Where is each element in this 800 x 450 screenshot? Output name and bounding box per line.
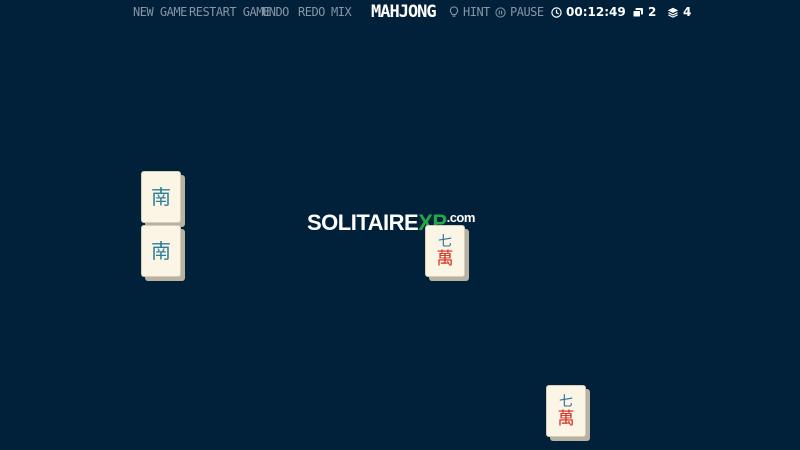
- mahjong-tile-seven-wan[interactable]: 七 萬: [425, 225, 469, 281]
- matches-available-counter: 2: [632, 5, 656, 19]
- pause-label: PAUSE: [510, 5, 544, 19]
- tiles-left-value: 4: [683, 5, 692, 19]
- tile-face: 南: [141, 225, 181, 277]
- top-toolbar: NEW GAME RESTART GAME UNDO REDO MIX MAHJ…: [0, 0, 800, 26]
- tile-face: 七 萬: [425, 225, 465, 277]
- mahjong-tile-south-wind[interactable]: 南: [141, 225, 185, 281]
- tiles-left-counter: 4: [667, 5, 691, 19]
- tile-glyph: 南: [151, 239, 171, 263]
- tile-face: 七 萬: [546, 385, 586, 437]
- hint-button[interactable]: HINT: [449, 5, 490, 19]
- lightbulb-icon: [449, 6, 459, 18]
- timer-value: 00:12:49: [566, 5, 626, 19]
- mix-button[interactable]: MIX: [331, 5, 352, 19]
- game-title: MAHJONG: [371, 2, 437, 22]
- clock-icon: [551, 6, 562, 18]
- tile-face: 南: [141, 171, 181, 223]
- hint-label: HINT: [463, 5, 490, 19]
- new-game-button[interactable]: NEW GAME: [133, 5, 187, 19]
- mahjong-tile-south-wind[interactable]: 南: [141, 171, 185, 227]
- tile-suit-glyph: 萬: [436, 248, 454, 269]
- tile-number-glyph: 七: [559, 393, 573, 410]
- tile-suit-glyph: 萬: [557, 408, 575, 429]
- logo-brand: SOLITAIRE: [307, 210, 419, 235]
- restart-game-button[interactable]: RESTART GAME: [189, 5, 270, 19]
- matches-available-value: 2: [648, 5, 657, 19]
- redo-button[interactable]: REDO: [298, 5, 325, 19]
- game-timer: 00:12:49: [551, 5, 626, 19]
- undo-button[interactable]: UNDO: [262, 5, 289, 19]
- tile-number-glyph: 七: [438, 233, 452, 250]
- pause-icon: [495, 6, 506, 18]
- layers-icon: [667, 7, 679, 18]
- tile-glyph: 南: [151, 185, 171, 209]
- mahjong-tile-seven-wan[interactable]: 七 萬: [546, 385, 590, 441]
- logo-suffix: .com: [446, 210, 476, 225]
- pause-button[interactable]: PAUSE: [495, 5, 544, 19]
- cards-icon: [632, 7, 644, 18]
